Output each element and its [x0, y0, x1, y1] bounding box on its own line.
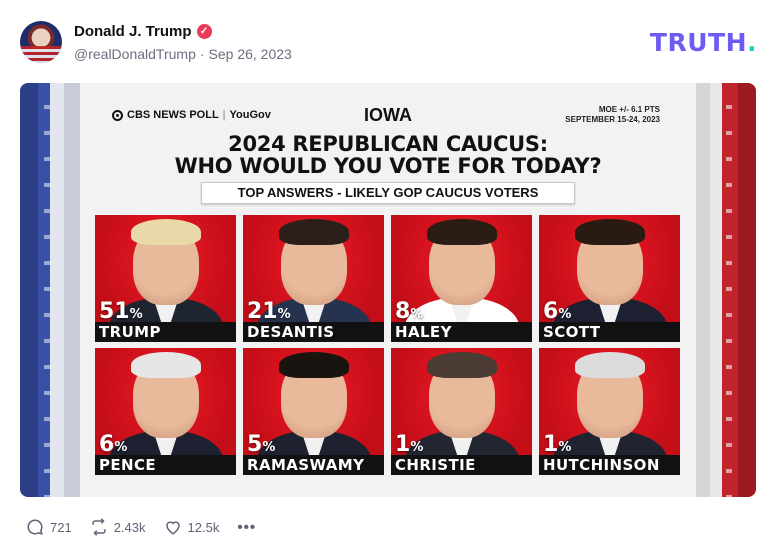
post-actions: 721 2.43k 12.5k •••	[26, 518, 256, 536]
candidate-card: 6% SCOTT	[539, 215, 680, 342]
poll-moe: MOE +/- 6.1 PTS SEPTEMBER 15-24, 2023	[565, 105, 660, 125]
like-button[interactable]: 12.5k	[164, 518, 220, 536]
poll-dates: SEPTEMBER 15-24, 2023	[565, 115, 660, 124]
candidate-percent: 5%	[247, 432, 275, 457]
post-meta: @realDonaldTrump · Sep 26, 2023	[74, 46, 292, 62]
percent-value: 1	[395, 432, 411, 457]
meta-separator: ·	[199, 46, 205, 62]
poll-graphic: CBS NEWS POLL | YouGov IOWA MOE +/- 6.1 …	[80, 83, 696, 497]
candidate-card: 1% CHRISTIE	[391, 348, 532, 475]
brand-dot: .	[747, 28, 757, 57]
percent-unit: %	[558, 307, 572, 322]
post-image[interactable]: CBS NEWS POLL | YouGov IOWA MOE +/- 6.1 …	[20, 83, 756, 497]
reply-count: 721	[50, 519, 72, 535]
verified-badge-icon: ✓	[196, 24, 212, 39]
author-name-row: Donald J. Trump ✓	[74, 23, 212, 40]
flag-stripe-right	[696, 83, 756, 497]
more-icon: •••	[237, 518, 257, 536]
candidate-hair	[279, 352, 349, 378]
candidate-percent: 8%	[395, 299, 423, 324]
candidate-hair	[131, 219, 201, 245]
candidate-name: CHRISTIE	[395, 456, 476, 474]
candidate-percent: 51%	[99, 299, 143, 324]
candidate-percent: 21%	[247, 299, 291, 324]
candidate-name: HALEY	[395, 323, 452, 341]
candidate-hair	[427, 219, 497, 245]
moe-text: MOE +/- 6.1 PTS	[598, 105, 660, 114]
retruth-icon	[91, 518, 106, 536]
candidate-hair	[279, 219, 349, 245]
percent-value: 8	[395, 299, 411, 324]
candidate-name: PENCE	[99, 456, 157, 474]
retruth-button[interactable]: 2.43k	[90, 518, 146, 536]
percent-unit: %	[129, 307, 143, 322]
percent-unit: %	[262, 440, 276, 455]
candidate-name: SCOTT	[543, 323, 601, 341]
candidate-card: 6% PENCE	[95, 348, 236, 475]
candidate-grid: 51% TRUMP 21% DESANTIS 8% HALEY 6% SCOTT 6% PENCE…	[95, 215, 680, 475]
candidate-name: RAMASWAMY	[247, 456, 365, 474]
candidate-hair	[131, 352, 201, 378]
candidate-card: 8% HALEY	[391, 215, 532, 342]
candidate-card: 5% RAMASWAMY	[243, 348, 384, 475]
more-options-button[interactable]: •••	[237, 519, 256, 536]
flag-stripe-left	[20, 83, 80, 497]
poll-title-line1: 2024 REPUBLICAN CAUCUS:	[228, 132, 548, 156]
candidate-hair	[575, 219, 645, 245]
candidate-name: HUTCHINSON	[543, 456, 660, 474]
percent-value: 6	[99, 432, 115, 457]
percent-value: 1	[543, 432, 559, 457]
reply-icon	[27, 519, 43, 535]
brand-text: TRUTH	[649, 28, 747, 57]
author-name[interactable]: Donald J. Trump	[74, 23, 192, 40]
heart-icon	[165, 521, 180, 535]
percent-unit: %	[410, 307, 424, 322]
percent-unit: %	[277, 307, 291, 322]
percent-value: 51	[99, 299, 130, 324]
candidate-percent: 1%	[395, 432, 423, 457]
percent-value: 21	[247, 299, 278, 324]
poll-subtitle: TOP ANSWERS - LIKELY GOP CAUCUS VOTERS	[201, 182, 575, 204]
retruth-count: 2.43k	[113, 519, 146, 535]
percent-unit: %	[410, 440, 424, 455]
like-count: 12.5k	[187, 519, 220, 535]
truth-social-logo[interactable]: TRUTH.	[650, 28, 757, 57]
candidate-card: 51% TRUMP	[95, 215, 236, 342]
candidate-percent: 1%	[543, 432, 571, 457]
candidate-percent: 6%	[99, 432, 127, 457]
percent-value: 6	[543, 299, 559, 324]
candidate-card: 1% HUTCHINSON	[539, 348, 680, 475]
candidate-percent: 6%	[543, 299, 571, 324]
author-handle[interactable]: @realDonaldTrump	[74, 46, 196, 62]
author-avatar[interactable]	[20, 21, 62, 63]
percent-unit: %	[558, 440, 572, 455]
candidate-hair	[427, 352, 497, 378]
candidate-name: TRUMP	[99, 323, 161, 341]
candidate-hair	[575, 352, 645, 378]
reply-button[interactable]: 721	[26, 518, 72, 536]
percent-value: 5	[247, 432, 263, 457]
candidate-card: 21% DESANTIS	[243, 215, 384, 342]
post-date[interactable]: Sep 26, 2023	[209, 46, 292, 62]
percent-unit: %	[114, 440, 128, 455]
candidate-name: DESANTIS	[247, 323, 335, 341]
poll-title-line2: WHO WOULD YOU VOTE FOR TODAY?	[174, 154, 602, 178]
